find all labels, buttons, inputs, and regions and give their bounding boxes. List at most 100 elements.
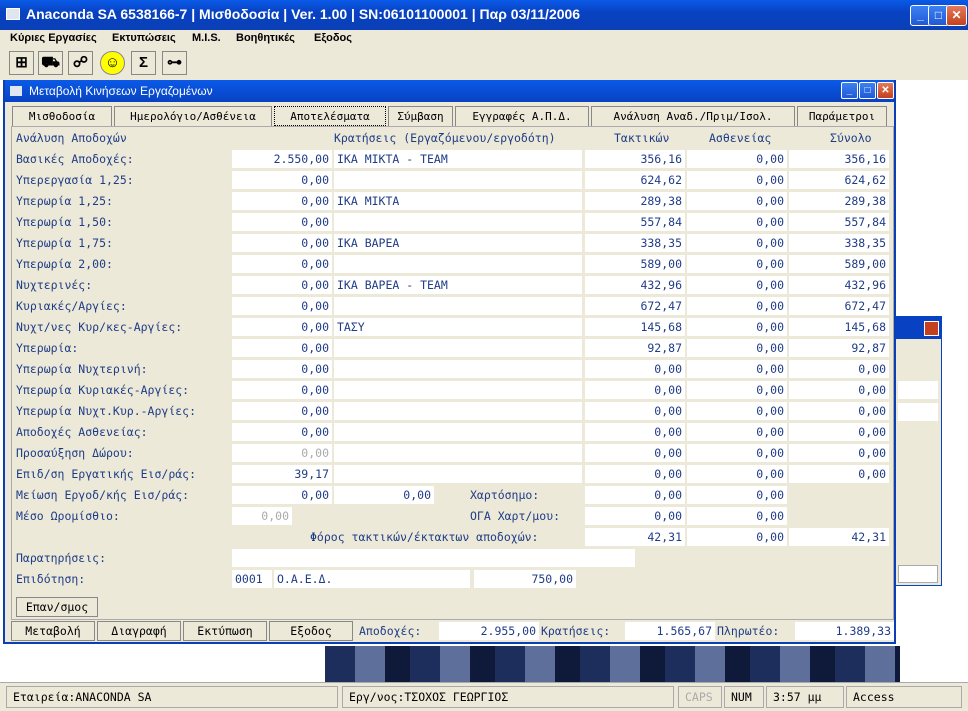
total-value: 92,87 [789,339,889,357]
row-label: Κυριακές/Αργίες: [16,299,127,313]
employee-movements-window: Μεταβολή Κινήσεων Εργαζομένων _ □ ✕ Μισθ… [3,80,896,644]
deduction-name [334,255,582,273]
sickness-value: 0,00 [687,360,787,378]
regular-value: 92,87 [585,339,685,357]
child-minimize-button[interactable]: _ [841,82,858,99]
key-icon[interactable]: ⊶ [162,51,187,75]
background-close-icon[interactable] [924,321,939,336]
sickness-value: 0,00 [687,465,787,483]
deduction-name [334,171,582,189]
smiley-icon[interactable]: ☺ [100,51,125,75]
child-maximize-button[interactable]: □ [859,82,876,99]
deduction-name [334,423,582,441]
payable-label: Πληρωτέο: [717,624,780,638]
recalculate-button[interactable]: Επαν/σμος [16,597,98,617]
modify-button[interactable]: Μεταβολή [11,621,95,641]
sickness-value: 0,00 [687,150,787,168]
regular-value: 145,68 [585,318,685,336]
avg-hourly-label: Μέσο Ωρομίσθιο: [16,509,120,523]
subsidy-code[interactable]: 0001 [232,570,272,588]
row-value[interactable]: 0,00 [232,171,332,189]
row-value[interactable]: 0,00 [232,360,332,378]
reduction-value[interactable]: 0,00 [232,486,332,504]
earnings-label: Αποδοχές: [359,624,422,638]
stamp-duty-label: Χαρτόσημο: [470,488,540,502]
row-label: Υπερωρία 2,00: [16,257,113,271]
row-label: Υπερωρία 1,25: [16,194,113,208]
window-icon [10,86,22,96]
regular-value: 0,00 [585,381,685,399]
toolbar: ⊞ ⛟ ☍ ☺ Σ ⊶ [0,48,968,78]
network-icon[interactable]: ⊞ [9,51,34,75]
row-value[interactable]: 0,00 [232,381,332,399]
row-value[interactable]: 0,00 [232,423,332,441]
total-value: 0,00 [789,423,889,441]
row-value[interactable]: 39,17 [232,465,332,483]
row-value[interactable]: 0,00 [232,192,332,210]
menu-mis[interactable]: M.I.S. [192,32,221,44]
total-value: 356,16 [789,150,889,168]
menu-main-tasks[interactable]: Κύριες Εργασίες [10,32,97,44]
menu-utilities[interactable]: Βοηθητικές [236,32,295,44]
car-icon[interactable]: ⛟ [38,51,63,75]
sickness-value: 0,00 [687,276,787,294]
total-value: 0,00 [789,402,889,420]
deduction-name [334,465,582,483]
regular-value: 338,35 [585,234,685,252]
sickness-value: 0,00 [687,423,787,441]
reduction-value2[interactable]: 0,00 [334,486,434,504]
app-title: Anaconda SA 6538166-7 | Μισθοδοσία | Ver… [26,6,581,22]
deduction-name [334,339,582,357]
row-value[interactable]: 0,00 [232,276,332,294]
tab-contract[interactable]: Σύμβαση [388,106,453,126]
tab-calendar[interactable]: Ημερολόγιο/Ασθένεια [114,106,272,126]
row-value[interactable]: 2.550,00 [232,150,332,168]
regular-value: 0,00 [585,465,685,483]
row-value[interactable]: 0,00 [232,444,332,462]
child-close-button[interactable]: ✕ [877,82,894,99]
org-chart-icon[interactable]: ☍ [68,51,93,75]
tab-payroll[interactable]: Μισθοδοσία [12,106,112,126]
sickness-value: 0,00 [687,402,787,420]
menu-exit[interactable]: Εξοδος [314,32,352,44]
notes-input[interactable] [232,549,635,567]
tax-sickness: 0,00 [687,528,787,546]
total-value: 432,96 [789,276,889,294]
sigma-icon[interactable]: Σ [131,51,156,75]
row-value[interactable]: 0,00 [232,297,332,315]
tab-apd-records[interactable]: Εγγραφές Α.Π.Δ. [455,106,589,126]
tab-parameters[interactable]: Παράμετροι [797,106,887,126]
header-sickness: Ασθενείας [709,131,772,145]
total-value: 557,84 [789,213,889,231]
row-value[interactable]: 0,00 [232,234,332,252]
delete-button[interactable]: Διαγραφή [97,621,181,641]
sickness-value: 0,00 [687,255,787,273]
earnings-value: 2.955,00 [439,622,539,640]
subsidy-name[interactable]: Ο.Α.Ε.Δ. [274,570,470,588]
regular-value: 289,38 [585,192,685,210]
tab-analysis[interactable]: Ανάλυση Αναδ./Πριμ/Ισολ. [591,106,795,126]
row-value[interactable]: 0,00 [232,255,332,273]
row-value[interactable]: 0,00 [232,339,332,357]
deduction-name [334,381,582,399]
row-label: Επιδ/ση Εργατικής Εισ/ράς: [16,467,197,481]
total-value: 338,35 [789,234,889,252]
deduction-name: ΙΚΑ ΜΙΚΤΑ [334,192,582,210]
deduction-name [334,213,582,231]
regular-value: 356,16 [585,150,685,168]
oga-regular: 0,00 [585,507,685,525]
exit-button[interactable]: Εξοδος [269,621,353,641]
row-value[interactable]: 0,00 [232,318,332,336]
menu-reports[interactable]: Εκτυπώσεις [112,32,176,44]
close-button[interactable]: ✕ [946,5,967,26]
print-button[interactable]: Εκτύπωση [183,621,267,641]
row-label: Νυχτερινές: [16,278,93,292]
subsidy-amount[interactable]: 750,00 [474,570,576,588]
total-value: 145,68 [789,318,889,336]
total-value: 0,00 [789,360,889,378]
tab-results[interactable]: Αποτελέσματα [274,106,386,126]
app-icon [6,8,20,20]
regular-value: 557,84 [585,213,685,231]
row-value[interactable]: 0,00 [232,213,332,231]
row-value[interactable]: 0,00 [232,402,332,420]
